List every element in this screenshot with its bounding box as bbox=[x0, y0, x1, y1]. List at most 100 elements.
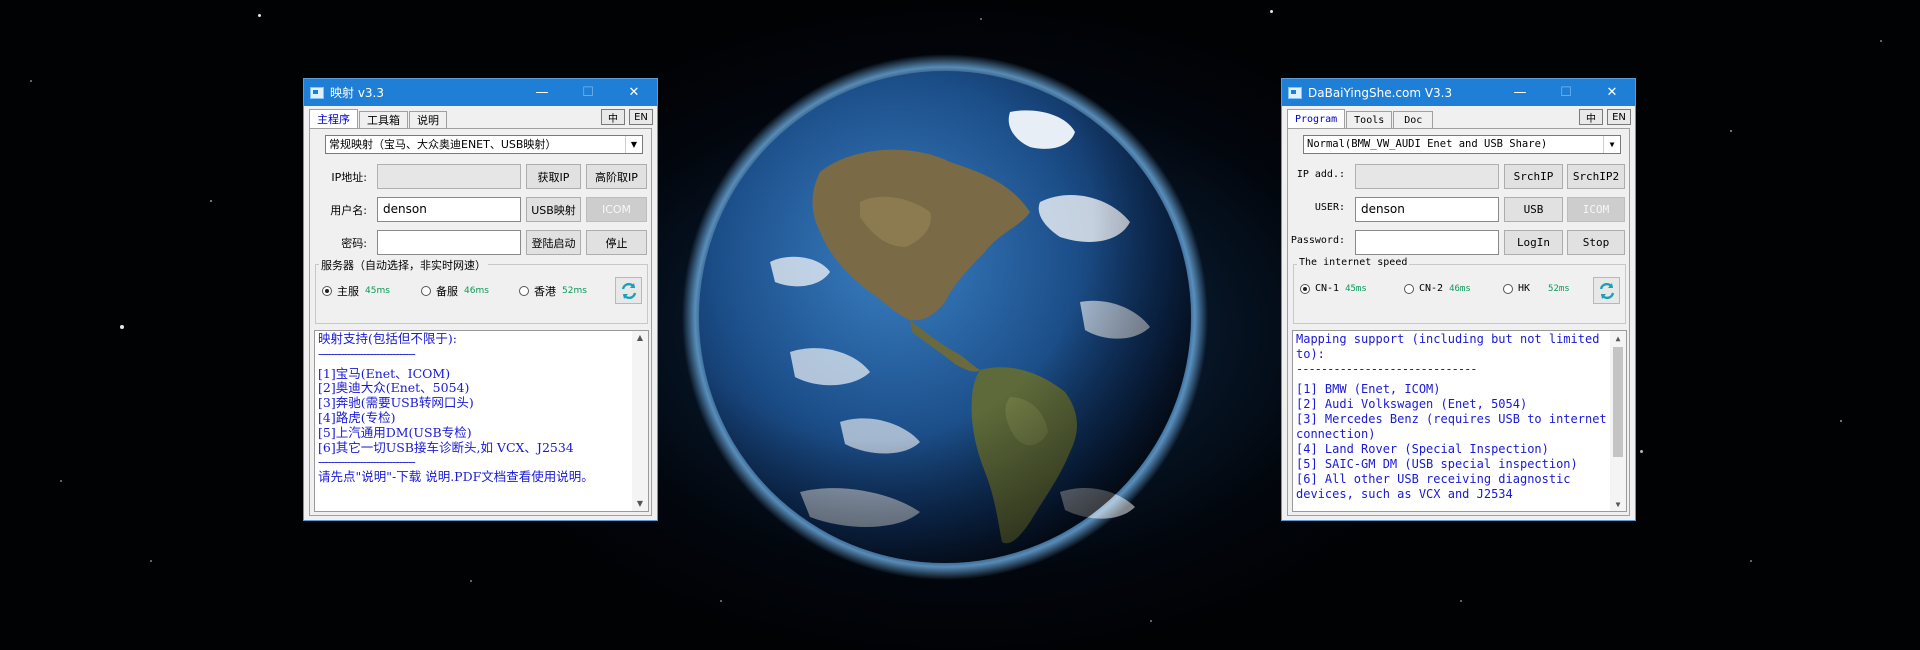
maximize-button[interactable]: ☐ bbox=[1543, 79, 1589, 106]
refresh-icon bbox=[621, 282, 636, 299]
info-item: [2] Audi Volkswagen (Enet, 5054) bbox=[1296, 397, 1528, 411]
info-heading: Mapping support (including but not limit… bbox=[1296, 332, 1600, 361]
refresh-button[interactable] bbox=[1593, 277, 1620, 304]
ip-label: IP add.: bbox=[1296, 169, 1345, 180]
info-item: [2]奥迪大众(Enet、5054) bbox=[318, 380, 470, 396]
ip-label: IP地址: bbox=[331, 171, 367, 184]
tab-program[interactable]: Program bbox=[1287, 109, 1346, 129]
close-button[interactable]: ✕ bbox=[1589, 79, 1635, 106]
app-window-english: DaBaiYingShe.com V3.3 — ☐ ✕ Program Tool… bbox=[1281, 78, 1636, 521]
info-separator: ----------------------------- bbox=[1296, 362, 1478, 376]
close-button[interactable]: ✕ bbox=[611, 79, 657, 106]
info-item: [5] SAIC-GM DM (USB special inspection) bbox=[1296, 457, 1578, 471]
mode-select-value: Normal(BMW_VW_AUDI Enet and USB Share) bbox=[1307, 138, 1548, 150]
ip-field[interactable] bbox=[377, 164, 521, 189]
title-bar[interactable]: 映射 v3.3 — ☐ ✕ bbox=[304, 79, 657, 106]
info-textbox[interactable]: 映射支持(包括但不限于): --------------------------… bbox=[314, 330, 649, 512]
speed-group-title: The internet speed bbox=[1297, 257, 1410, 268]
advanced-get-ip-button[interactable]: 高阶取IP bbox=[586, 164, 647, 189]
info-item: [4] Land Rover (Special Inspection) bbox=[1296, 442, 1549, 456]
server-option-cn2[interactable]: CN-2 46ms bbox=[1404, 283, 1471, 294]
stop-button[interactable]: Stop bbox=[1567, 230, 1625, 255]
ip-field[interactable] bbox=[1355, 164, 1499, 189]
user-label: USER: bbox=[1314, 202, 1345, 213]
maximize-button[interactable]: ☐ bbox=[565, 79, 611, 106]
login-button[interactable]: LogIn bbox=[1504, 230, 1563, 255]
server-option-hk[interactable]: 香港 52ms bbox=[519, 283, 587, 299]
server-option-backup[interactable]: 备服 46ms bbox=[421, 283, 489, 299]
get-ip-button[interactable]: 获取IP bbox=[526, 164, 581, 189]
username-field[interactable]: denson bbox=[377, 197, 521, 222]
app-icon bbox=[1288, 86, 1302, 99]
login-start-button[interactable]: 登陆启动 bbox=[526, 230, 581, 255]
scroll-up-icon[interactable]: ▲ bbox=[632, 331, 648, 345]
info-item: [5]上汽通用DM(USB专检) bbox=[318, 424, 472, 440]
info-item: [4]路虎(专检) bbox=[318, 409, 396, 425]
vertical-scrollbar[interactable]: ▲ ▼ bbox=[632, 331, 648, 511]
server-option-main[interactable]: 主服 45ms bbox=[322, 283, 390, 299]
password-label: 密码: bbox=[341, 237, 367, 250]
info-item: [1] BMW (Enet, ICOM) bbox=[1296, 382, 1441, 396]
tab-tools[interactable]: Tools bbox=[1346, 111, 1393, 129]
app-window-chinese: 映射 v3.3 — ☐ ✕ 主程序 工具箱 说明 中 EN 常规映射（宝马、大众… bbox=[303, 78, 658, 521]
lang-en-button[interactable]: EN bbox=[629, 109, 653, 125]
tab-tools[interactable]: 工具箱 bbox=[359, 111, 408, 129]
info-item: [6]其它一切USB接车诊断头,如 VCX、J2534 bbox=[318, 439, 574, 455]
speed-groupbox: The internet speed CN-1 45ms CN-2 46ms H… bbox=[1293, 257, 1626, 324]
vertical-scrollbar[interactable]: ▲ ▼ bbox=[1610, 331, 1626, 511]
password-field[interactable] bbox=[377, 230, 521, 255]
usb-button[interactable]: USB bbox=[1504, 197, 1563, 222]
minimize-button[interactable]: — bbox=[1497, 79, 1543, 106]
info-item: [3]奔驰(需要USB转网口头) bbox=[318, 395, 474, 411]
search-ip-button[interactable]: SrchIP bbox=[1504, 164, 1563, 189]
radio-icon[interactable] bbox=[519, 286, 529, 296]
mode-select[interactable]: Normal(BMW_VW_AUDI Enet and USB Share) ▼ bbox=[1303, 135, 1621, 154]
tab-main[interactable]: 主程序 bbox=[309, 109, 358, 129]
window-title: DaBaiYingShe.com V3.3 bbox=[1308, 85, 1453, 100]
info-item: [1]宝马(Enet、ICOM) bbox=[318, 365, 451, 381]
server-option-cn1[interactable]: CN-1 45ms bbox=[1300, 283, 1367, 294]
refresh-button[interactable] bbox=[615, 277, 642, 304]
radio-icon[interactable] bbox=[421, 286, 431, 296]
info-item: [3] Mercedes Benz (requires USB to inter… bbox=[1296, 412, 1607, 441]
title-bar[interactable]: DaBaiYingShe.com V3.3 — ☐ ✕ bbox=[1282, 79, 1635, 106]
mode-select[interactable]: 常规映射（宝马、大众奥迪ENET、USB映射） ▼ bbox=[325, 135, 643, 154]
password-field[interactable] bbox=[1355, 230, 1499, 255]
radio-icon[interactable] bbox=[1503, 283, 1513, 294]
search-ip2-button[interactable]: SrchIP2 bbox=[1567, 164, 1625, 189]
mode-select-value: 常规映射（宝马、大众奥迪ENET、USB映射） bbox=[329, 138, 557, 151]
icom-button: ICOM bbox=[586, 197, 647, 222]
radio-selected-icon[interactable] bbox=[322, 286, 332, 296]
main-panel: Normal(BMW_VW_AUDI Enet and USB Share) ▼… bbox=[1287, 128, 1630, 516]
tab-doc[interactable]: Doc bbox=[1393, 111, 1434, 129]
minimize-button[interactable]: — bbox=[519, 79, 565, 106]
tab-help[interactable]: 说明 bbox=[409, 111, 447, 129]
username-field[interactable]: denson bbox=[1355, 197, 1499, 222]
lang-en-button[interactable]: EN bbox=[1607, 109, 1631, 125]
chevron-down-icon[interactable]: ▼ bbox=[1603, 136, 1620, 153]
radio-icon[interactable] bbox=[1404, 283, 1414, 294]
lang-zh-button[interactable]: 中 bbox=[1579, 109, 1603, 125]
icom-button: ICOM bbox=[1567, 197, 1625, 222]
scroll-down-icon[interactable]: ▼ bbox=[632, 497, 648, 511]
stop-button[interactable]: 停止 bbox=[586, 230, 647, 255]
scrollbar-thumb[interactable] bbox=[1613, 347, 1623, 457]
lang-zh-button[interactable]: 中 bbox=[601, 109, 625, 125]
info-textbox[interactable]: Mapping support (including but not limit… bbox=[1292, 330, 1627, 512]
refresh-icon bbox=[1599, 282, 1614, 299]
scroll-up-icon[interactable]: ▲ bbox=[1610, 331, 1626, 345]
main-panel: 常规映射（宝马、大众奥迪ENET、USB映射） ▼ IP地址: 获取IP 高阶取… bbox=[309, 128, 652, 516]
password-label: Password: bbox=[1290, 235, 1345, 246]
app-icon bbox=[310, 86, 324, 99]
radio-selected-icon[interactable] bbox=[1300, 283, 1310, 294]
info-separator: ------------------------------ bbox=[318, 346, 416, 361]
user-label: 用户名: bbox=[330, 204, 367, 217]
info-note: 请先点"说明"-下载 说明.PDF文档查看使用说明。 bbox=[318, 469, 594, 485]
chevron-down-icon[interactable]: ▼ bbox=[625, 136, 642, 153]
info-heading: 映射支持(包括但不限于): bbox=[318, 331, 457, 346]
info-separator: ------------------------------ bbox=[318, 455, 416, 470]
info-item: [6] All other USB receiving diagnostic d… bbox=[1296, 472, 1571, 501]
scroll-down-icon[interactable]: ▼ bbox=[1610, 497, 1626, 511]
server-option-hk[interactable]: HK 52ms bbox=[1503, 283, 1570, 294]
usb-map-button[interactable]: USB映射 bbox=[526, 197, 581, 222]
